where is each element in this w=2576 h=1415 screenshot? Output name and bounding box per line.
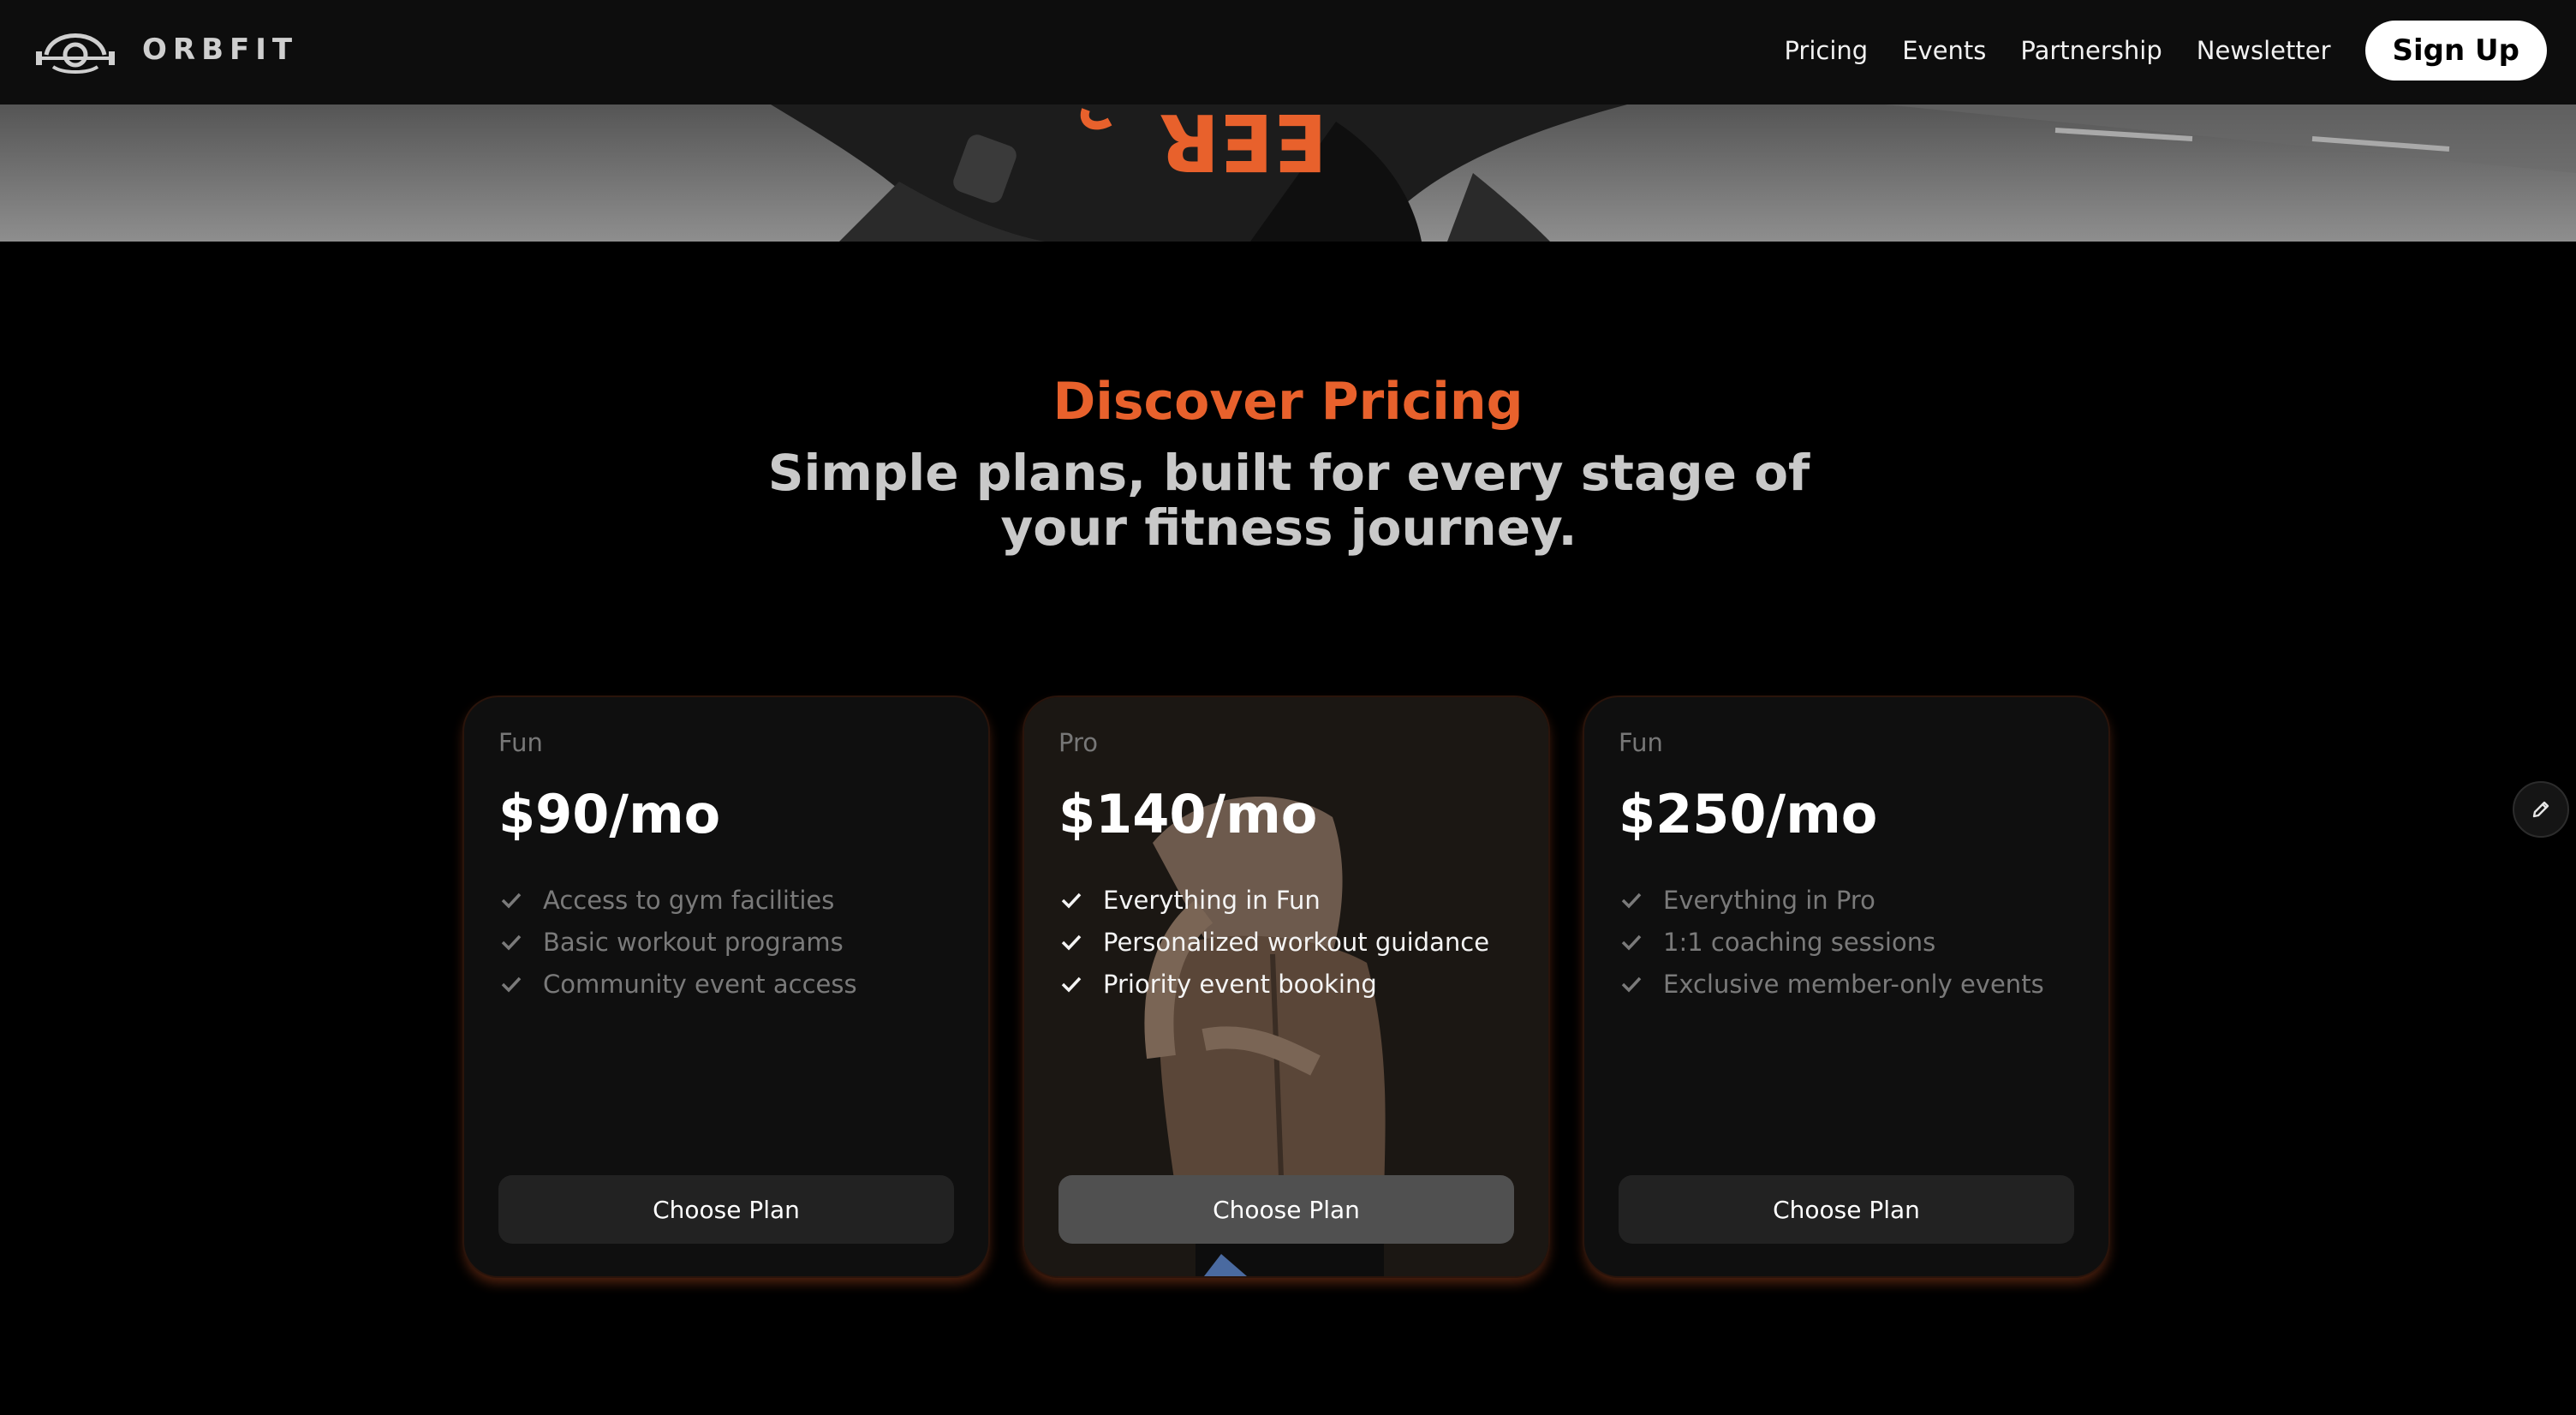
plan-price: $90/mo: [498, 783, 721, 845]
check-icon: [1061, 976, 1082, 993]
brand-logo[interactable]: ORBFIT: [34, 24, 298, 75]
check-icon: [1621, 976, 1642, 993]
nav-links: Pricing Events Partnership Newsletter Si…: [1784, 21, 2547, 81]
nav-link-newsletter[interactable]: Newsletter: [2197, 36, 2331, 65]
choose-plan-button[interactable]: Choose Plan: [498, 1175, 954, 1244]
check-icon: [501, 934, 522, 951]
choose-plan-button[interactable]: Choose Plan: [1619, 1175, 2074, 1244]
nav-link-events[interactable]: Events: [1902, 36, 1986, 65]
choose-plan-button[interactable]: Choose Plan: [1058, 1175, 1514, 1244]
athlete-photo: EER: [0, 104, 2576, 242]
hero-image: EER: [0, 104, 2576, 242]
check-icon: [1061, 893, 1082, 909]
feature-item: Access to gym facilities: [498, 879, 857, 921]
feature-list: Everything in Pro 1:1 coaching sessions …: [1619, 879, 2044, 1005]
feature-label: Community event access: [543, 969, 857, 999]
plan-tier: Pro: [1058, 728, 1099, 757]
plan-price: $140/mo: [1058, 783, 1318, 845]
plan-price: $250/mo: [1619, 783, 1878, 845]
section-headline: Simple plans, built for every stage of y…: [767, 444, 1810, 557]
feature-label: Everything in Pro: [1663, 885, 1875, 915]
feature-item: 1:1 coaching sessions: [1619, 921, 2044, 963]
feature-label: Exclusive member-only events: [1663, 969, 2044, 999]
feature-item: Personalized workout guidance: [1058, 921, 1489, 963]
feature-label: Access to gym facilities: [543, 885, 835, 915]
feature-item: Everything in Pro: [1619, 879, 2044, 921]
sign-up-button[interactable]: Sign Up: [2364, 21, 2547, 81]
brand-name: ORBFIT: [142, 33, 299, 67]
check-icon: [1621, 893, 1642, 909]
feature-item: Basic workout programs: [498, 921, 857, 963]
feature-label: Priority event booking: [1103, 969, 1377, 999]
hero-overlay-text: EER: [1159, 104, 1327, 188]
dumbbell-orb-icon: [36, 33, 115, 74]
check-icon: [1061, 934, 1082, 951]
check-icon: [501, 976, 522, 993]
pricing-card-fun: Fun $90/mo Access to gym facilities Basi…: [464, 697, 988, 1276]
plan-tier: Fun: [498, 728, 543, 757]
pencil-icon: [2532, 801, 2549, 818]
feature-list: Everything in Fun Personalized workout g…: [1058, 879, 1489, 1005]
check-icon: [1621, 934, 1642, 951]
feature-label: Basic workout programs: [543, 927, 844, 957]
plan-tier: Fun: [1619, 728, 1663, 757]
top-navbar: ORBFIT Pricing Events Partnership Newsle…: [0, 0, 2576, 104]
feature-item: Everything in Fun: [1058, 879, 1489, 921]
section-eyebrow: Discover Pricing: [1052, 372, 1524, 432]
feature-item: Exclusive member-only events: [1619, 963, 2044, 1005]
pricing-card-premium: Fun $250/mo Everything in Pro 1:1 coachi…: [1584, 697, 2108, 1276]
feature-item: Priority event booking: [1058, 963, 1489, 1005]
feature-label: 1:1 coaching sessions: [1663, 927, 1936, 957]
nav-link-partnership[interactable]: Partnership: [2020, 36, 2162, 65]
pricing-card-pro: Pro $140/mo Everything in Fun Personaliz…: [1024, 697, 1548, 1276]
nav-link-pricing[interactable]: Pricing: [1784, 36, 1868, 65]
feature-item: Community event access: [498, 963, 857, 1005]
feature-label: Personalized workout guidance: [1103, 927, 1490, 957]
edit-button[interactable]: [2513, 781, 2569, 838]
check-icon: [501, 893, 522, 909]
feature-list: Access to gym facilities Basic workout p…: [498, 879, 857, 1005]
feature-label: Everything in Fun: [1103, 885, 1321, 915]
